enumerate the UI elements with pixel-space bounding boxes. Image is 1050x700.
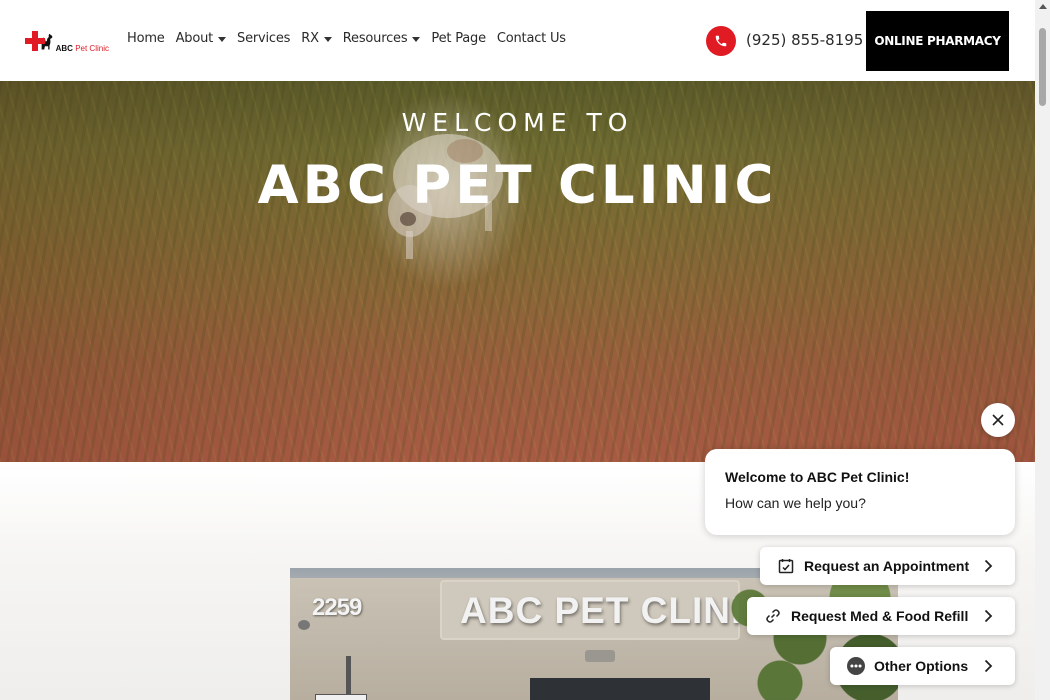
logo-text: ABC Pet Clinic [56,44,109,53]
nav-home-label: Home [127,31,165,46]
chat-welcome-bubble: Welcome to ABC Pet Clinic! How can we he… [705,449,1015,535]
nav-contact-us-label: Contact Us [496,31,566,46]
nav-home[interactable]: Home [127,31,165,46]
nav-services-label: Services [237,31,291,46]
request-appointment-label: Request an Appointment [804,558,970,574]
nav-services[interactable]: Services [237,31,290,46]
hero-title: ABC PET CLINIC [257,155,778,216]
hero-welcome-text: WELCOME TO [401,108,634,137]
request-refill-label: Request Med & Food Refill [791,608,969,624]
chat-title: Welcome to ABC Pet Clinic! [725,469,910,485]
caret-down-icon [218,36,227,42]
medical-cross-icon [25,31,46,51]
request-appointment-button[interactable]: Request an Appointment [760,547,1015,585]
logo-text-pet-clinic: Pet Clinic [75,43,109,53]
caret-down-icon [412,36,421,42]
online-pharmacy-button[interactable]: ONLINE PHARMACY [866,11,1009,71]
site-header: ABC Pet Clinic Home About Services RX Re… [0,0,1035,81]
clinic-logo[interactable]: ABC Pet Clinic [25,24,109,58]
security-camera [298,620,310,630]
nav-contact-us[interactable]: Contact Us [497,31,566,46]
chat-close-button[interactable] [981,403,1015,437]
nav-rx[interactable]: RX [301,31,332,46]
phone-number-link[interactable]: (925) 855-8195 [746,31,863,49]
other-options-button[interactable]: Other Options [830,647,1015,685]
hero-banner: WELCOME TO ABC PET CLINIC [0,81,1035,462]
other-options-label: Other Options [874,658,969,674]
phone-glyph-icon [715,35,727,47]
logo-text-abc: ABC [55,43,73,53]
close-icon [992,414,1004,426]
entrance-door [530,678,710,700]
scrollbar-thumb[interactable] [1039,28,1046,106]
nav-resources-label: Resources [342,31,408,46]
chevron-right-icon [984,659,993,673]
nav-pet-page-label: Pet Page [431,31,486,46]
chat-dots-icon [847,657,865,675]
nav-about[interactable]: About [175,31,227,46]
main-nav: Home About Services RX Resources Pet Pag… [127,31,577,46]
page-scrollbar[interactable] [1035,0,1050,700]
chevron-right-icon [984,609,993,623]
nav-about-label: About [175,31,214,46]
request-refill-button[interactable]: Request Med & Food Refill [747,597,1015,635]
calendar-check-icon [777,557,795,575]
link-icon [764,607,782,625]
chat-subtitle: How can we help you? [725,495,866,511]
caret-down-icon [323,36,332,42]
entrance-light [585,650,615,662]
nav-pet-page[interactable]: Pet Page [431,31,486,46]
phone-icon[interactable] [706,26,736,56]
parking-sign [315,694,367,700]
scroll-up-arrow-icon[interactable] [1039,4,1047,9]
chevron-right-icon [984,559,993,573]
nav-resources[interactable]: Resources [343,31,421,46]
building-number: 2259 [312,594,362,621]
nav-rx-label: RX [301,31,319,46]
